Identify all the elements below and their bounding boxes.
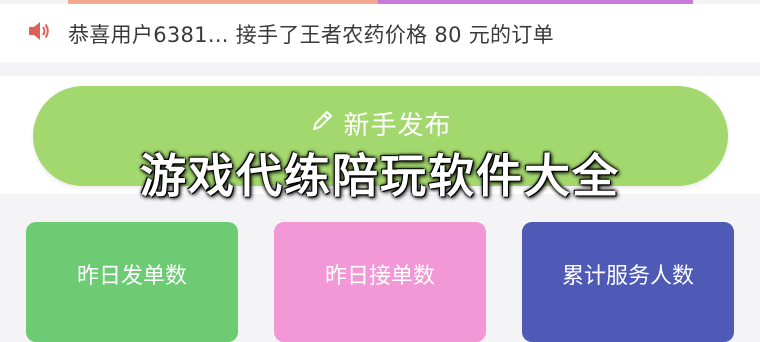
pencil-icon xyxy=(309,108,335,138)
stat-card-label: 昨日接单数 xyxy=(324,264,435,289)
overlay-title: 游戏代练陪玩软件大全 xyxy=(140,149,620,203)
order-notice-bar: 恭喜用户6381... 接手了王者农药价格 80 元的订单 xyxy=(0,4,760,62)
notice-text: 恭喜用户6381... 接手了王者农药价格 80 元的订单 xyxy=(68,23,554,47)
speaker-icon xyxy=(26,18,52,44)
stat-card-yesterday-posted[interactable]: 昨日发单数 xyxy=(26,222,238,342)
stat-card-total-served[interactable]: 累计服务人数 xyxy=(522,222,734,342)
stat-card-label: 昨日发单数 xyxy=(76,264,187,289)
stat-card-yesterday-accepted[interactable]: 昨日接单数 xyxy=(274,222,486,342)
publish-button-label: 新手发布 xyxy=(343,110,452,141)
stat-card-label: 累计服务人数 xyxy=(561,264,694,289)
